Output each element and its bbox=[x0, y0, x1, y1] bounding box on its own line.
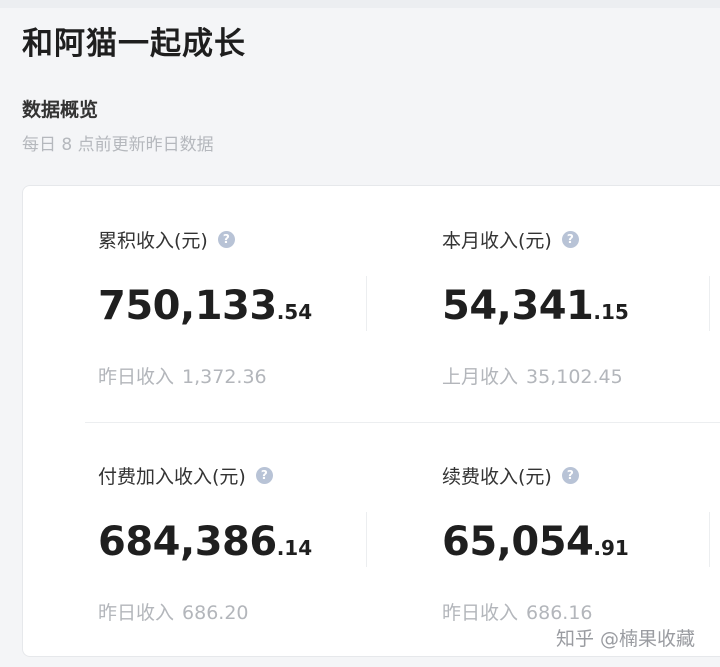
metric-value: 54,341.15 bbox=[442, 282, 712, 330]
metric-value-decimal: .91 bbox=[593, 536, 629, 560]
metric-label: 累积收入(元) bbox=[98, 229, 208, 252]
metric-label: 本月收入(元) bbox=[442, 229, 552, 252]
metric-sub: 昨日收入 686.20 bbox=[98, 598, 368, 625]
question-circle-icon[interactable]: ? bbox=[255, 466, 273, 484]
metric-sub-value: 35,102.45 bbox=[526, 366, 623, 388]
section-subtitle: 每日 8 点前更新昨日数据 bbox=[22, 135, 214, 155]
metric-monthly-income: 本月收入(元) ? 54,341.15 上月收入 35,102.45 bbox=[442, 226, 712, 389]
column-divider bbox=[366, 276, 367, 331]
metric-sub-value: 1,372.36 bbox=[182, 366, 267, 388]
column-divider bbox=[709, 276, 710, 331]
page-title: 和阿猫一起成长 bbox=[22, 26, 246, 62]
metric-sub-value: 686.16 bbox=[526, 602, 593, 624]
metric-sub-label: 昨日收入 bbox=[98, 366, 175, 388]
metric-renewal-income: 续费收入(元) ? 65,054.91 昨日收入 686.16 bbox=[442, 462, 712, 625]
question-circle-icon[interactable]: ? bbox=[561, 466, 579, 484]
row-divider bbox=[85, 422, 720, 423]
stats-card: 累积收入(元) ? 750,133.54 昨日收入 1,372.36 本月收入(元… bbox=[22, 185, 720, 657]
metric-value-integer: 54,341 bbox=[442, 283, 594, 329]
metric-value: 750,133.54 bbox=[98, 282, 368, 330]
metric-sub-label: 昨日收入 bbox=[98, 602, 175, 624]
question-circle-icon[interactable]: ? bbox=[561, 230, 579, 248]
metric-value-decimal: .15 bbox=[593, 300, 629, 324]
column-divider bbox=[709, 512, 710, 567]
column-divider bbox=[366, 512, 367, 567]
top-bar bbox=[0, 0, 720, 8]
section-title: 数据概览 bbox=[22, 99, 99, 121]
metric-value-integer: 684,386 bbox=[98, 519, 277, 565]
metric-sub-value: 686.20 bbox=[182, 602, 249, 624]
metric-paid-join-income: 付费加入收入(元) ? 684,386.14 昨日收入 686.20 bbox=[98, 462, 368, 625]
metric-label: 续费收入(元) bbox=[442, 465, 552, 488]
metric-value: 65,054.91 bbox=[442, 518, 712, 566]
metric-value-decimal: .14 bbox=[276, 536, 313, 560]
metric-sub: 昨日收入 686.16 bbox=[442, 598, 712, 625]
metric-cumulative-income: 累积收入(元) ? 750,133.54 昨日收入 1,372.36 bbox=[98, 226, 368, 389]
metric-value-decimal: .54 bbox=[276, 300, 313, 324]
question-circle-icon[interactable]: ? bbox=[217, 230, 235, 248]
watermark: 知乎 @楠果收藏 bbox=[556, 628, 696, 650]
metric-value: 684,386.14 bbox=[98, 518, 368, 566]
metric-sub: 昨日收入 1,372.36 bbox=[98, 362, 368, 389]
metric-value-integer: 65,054 bbox=[442, 519, 594, 565]
metric-sub-label: 昨日收入 bbox=[442, 602, 519, 624]
metric-sub-label: 上月收入 bbox=[442, 366, 519, 388]
metric-value-integer: 750,133 bbox=[98, 283, 277, 329]
metric-sub: 上月收入 35,102.45 bbox=[442, 362, 712, 389]
metric-label: 付费加入收入(元) bbox=[98, 465, 246, 488]
